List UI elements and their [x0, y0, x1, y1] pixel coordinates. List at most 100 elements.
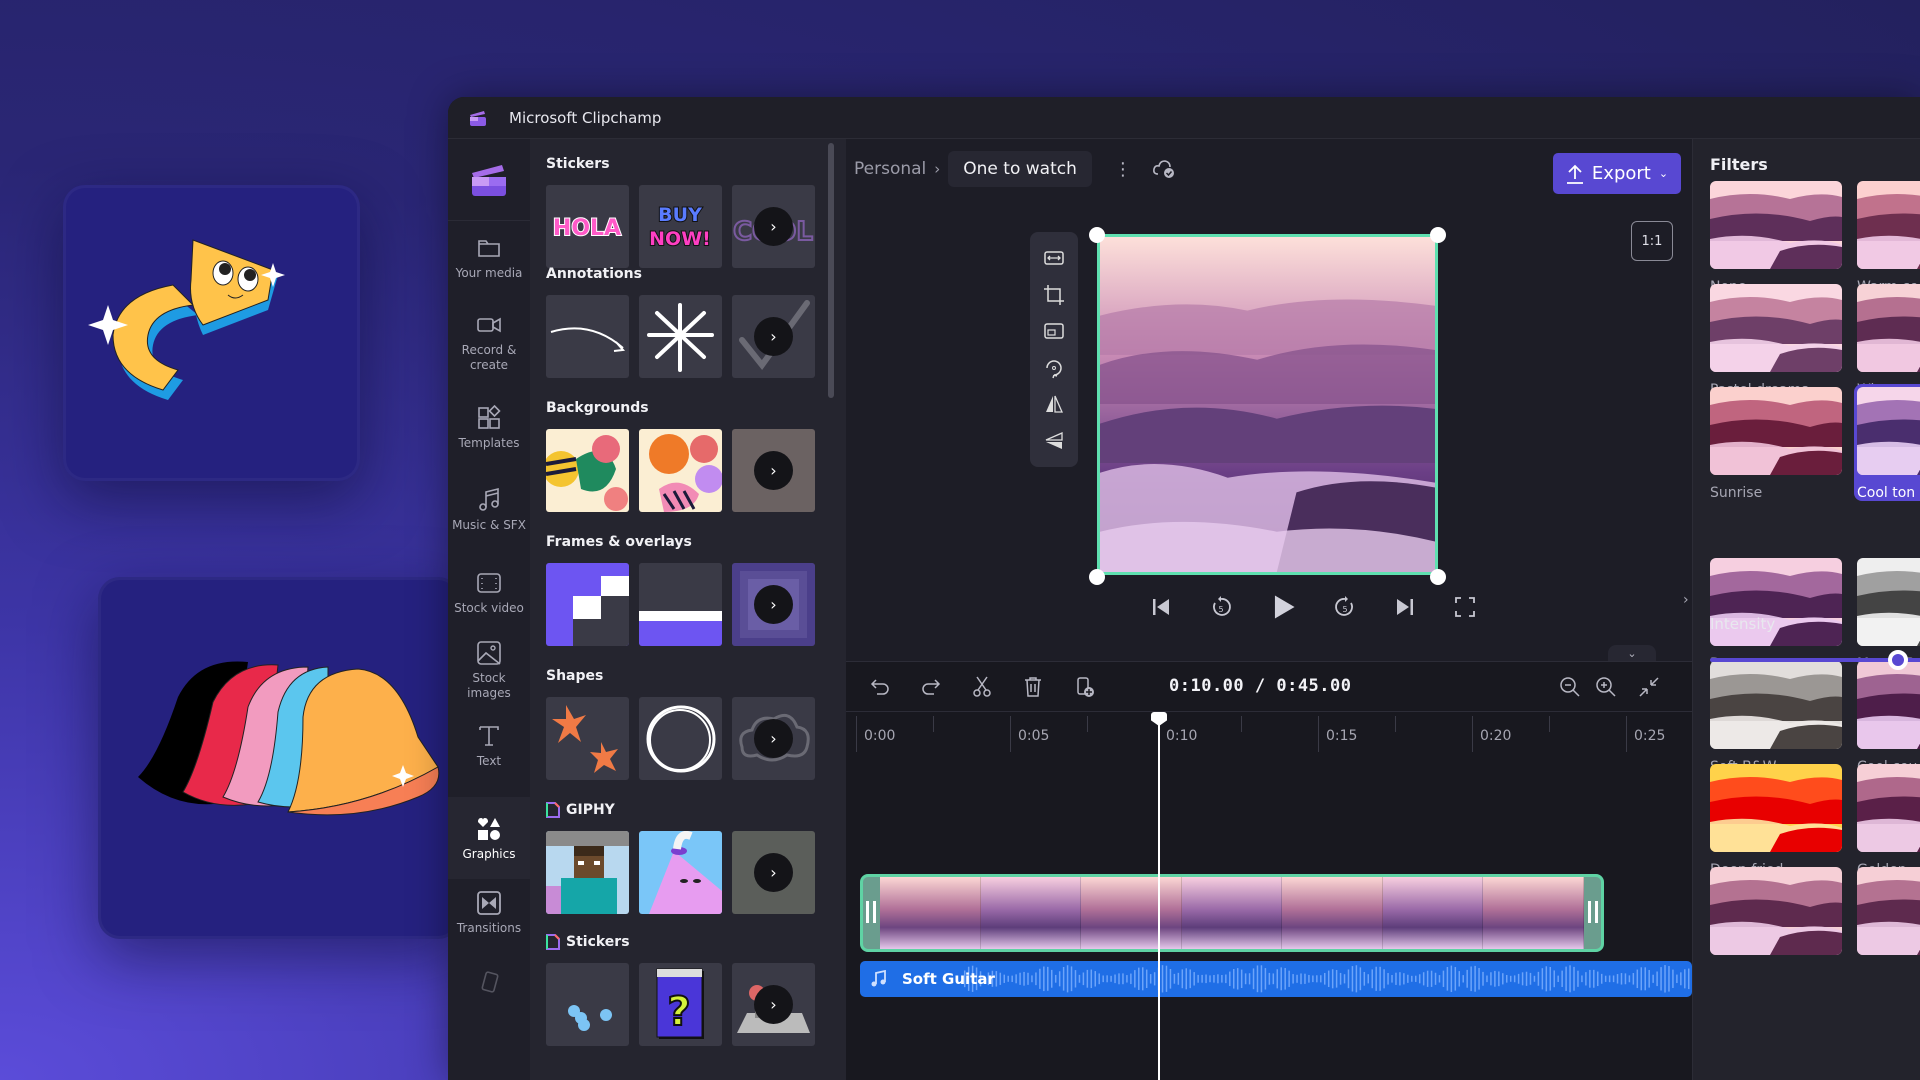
nav-transitions[interactable]: Transitions	[448, 889, 530, 936]
panel-scrollbar[interactable]	[828, 143, 834, 398]
see-more-shapes-button[interactable]: ›	[754, 719, 793, 758]
background-muted[interactable]: ›	[732, 429, 815, 512]
filter-option[interactable]: Golden	[1857, 764, 1920, 878]
resize-handle-top-right[interactable]	[1430, 227, 1446, 243]
annotation-checkmark[interactable]: ›	[732, 295, 815, 378]
forward-5-icon[interactable]: 5	[1332, 594, 1358, 620]
see-more-stickers-button[interactable]: ›	[754, 207, 793, 246]
sticker-hola[interactable]: HOLA	[546, 185, 629, 268]
annotation-asterisk[interactable]	[639, 295, 722, 378]
see-more-frames-button[interactable]: ›	[754, 585, 793, 624]
nav-record-create[interactable]: Record & create	[448, 311, 530, 373]
filter-option[interactable]: Pastel dreams	[1710, 284, 1857, 398]
filter-option[interactable]: Soft B&W	[1710, 661, 1857, 775]
nav-graphics[interactable]: Graphics	[448, 797, 530, 879]
sticker-arcade[interactable]: ›	[732, 963, 815, 1046]
resize-handle-top-left[interactable]	[1089, 227, 1105, 243]
intensity-slider-thumb[interactable]	[1888, 650, 1908, 670]
filter-option[interactable]: Cool cou	[1857, 661, 1920, 775]
see-more-giphy-button[interactable]: ›	[754, 853, 793, 892]
filter-option[interactable]: Sunrise	[1710, 387, 1857, 501]
zoom-out-icon[interactable]	[1558, 675, 1582, 699]
shape-circle[interactable]	[639, 697, 722, 780]
play-icon[interactable]	[1268, 592, 1298, 622]
background-pattern-2[interactable]	[639, 429, 722, 512]
timeline-ruler[interactable]: 0:00 0:05 0:10 0:15 0:20 0:25	[846, 712, 1692, 752]
sticker-cool[interactable]: COOL ›	[732, 185, 815, 268]
giphy-logo-icon	[546, 934, 560, 950]
filter-option[interactable]: Winter su	[1857, 284, 1920, 398]
flip-horizontal-icon[interactable]	[1043, 393, 1065, 415]
nav-text[interactable]: Text	[448, 722, 530, 769]
export-button[interactable]: Export ⌄	[1553, 153, 1681, 194]
giphy-clip[interactable]: ›	[732, 831, 815, 914]
filter-option[interactable]: Warm co	[1857, 181, 1920, 295]
filter-option[interactable]	[1857, 867, 1920, 965]
duplicate-add-icon[interactable]	[1073, 675, 1097, 699]
undo-icon[interactable]	[868, 675, 892, 699]
sticker-bubbles[interactable]	[546, 963, 629, 1046]
collapse-properties-button[interactable]: ›	[1683, 592, 1689, 608]
see-more-giphy-stickers-button[interactable]: ›	[754, 985, 793, 1024]
shape-orange-crosses[interactable]	[546, 697, 629, 780]
clip-trim-handle-left[interactable]	[866, 901, 876, 923]
skip-to-start-icon[interactable]	[1148, 594, 1174, 620]
waveform-bar	[1256, 965, 1259, 993]
nav-stock-video[interactable]: Stock video	[448, 569, 530, 616]
fullscreen-icon[interactable]	[1452, 594, 1478, 620]
filter-option[interactable]: None	[1710, 181, 1857, 295]
fit-timeline-icon[interactable]	[1637, 675, 1661, 699]
nav-templates[interactable]: Templates	[448, 404, 530, 451]
sticker-buy-now[interactable]: BUY NOW!	[639, 185, 722, 268]
section-title: Shapes	[546, 668, 604, 684]
waveform-bar	[1284, 968, 1286, 990]
filter-option[interactable]	[1710, 867, 1857, 965]
picture-in-picture-icon[interactable]	[1043, 320, 1065, 342]
project-name-field[interactable]: One to watch	[948, 151, 1092, 187]
brand-logo[interactable]	[448, 139, 530, 221]
see-more-annotations-button[interactable]: ›	[754, 317, 793, 356]
zoom-in-icon[interactable]	[1594, 675, 1618, 699]
background-pattern-1[interactable]	[546, 429, 629, 512]
collapse-timeline-button[interactable]: ⌄	[1608, 645, 1656, 661]
skip-to-end-icon[interactable]	[1392, 594, 1418, 620]
frame-lower-third[interactable]	[639, 563, 722, 646]
clip-trim-handle-right[interactable]	[1588, 901, 1598, 923]
fit-icon[interactable]	[1043, 247, 1065, 269]
playhead[interactable]	[1158, 716, 1160, 1080]
delete-trash-icon[interactable]	[1021, 675, 1045, 699]
flip-vertical-icon[interactable]	[1043, 430, 1065, 452]
split-scissors-icon[interactable]	[970, 675, 994, 699]
rewind-5-icon[interactable]: 5	[1208, 594, 1234, 620]
video-clip[interactable]	[860, 874, 1604, 952]
giphy-volcano[interactable]	[639, 831, 722, 914]
redo-icon[interactable]	[919, 675, 943, 699]
frame-corner[interactable]	[546, 563, 629, 646]
resize-handle-bottom-right[interactable]	[1430, 569, 1446, 585]
cloud-saved-icon[interactable]	[1152, 158, 1176, 180]
more-options-icon[interactable]: ⋮	[1114, 159, 1132, 180]
see-more-backgrounds-button[interactable]: ›	[754, 451, 793, 490]
volcano-character-graphic	[639, 831, 722, 914]
audio-track[interactable]: Soft Guitar	[860, 961, 1692, 997]
frame-square[interactable]: ›	[732, 563, 815, 646]
tick-major	[1626, 716, 1627, 752]
resize-handle-bottom-left[interactable]	[1089, 569, 1105, 585]
nav-stock-images[interactable]: Stock images	[448, 639, 530, 701]
video-preview[interactable]	[1097, 234, 1438, 575]
breadcrumb-personal[interactable]: Personal	[854, 159, 926, 179]
filter-option[interactable]: Deep fried	[1710, 764, 1857, 878]
rotate-icon[interactable]	[1043, 357, 1065, 379]
nav-your-media[interactable]: Your media	[448, 234, 530, 281]
aspect-ratio-button[interactable]: 1:1	[1631, 221, 1673, 261]
nav-brand-kit[interactable]	[448, 969, 530, 1001]
templates-icon	[478, 404, 501, 429]
sticker-question[interactable]: ?	[639, 963, 722, 1046]
nav-music-sfx[interactable]: Music & SFX	[448, 486, 530, 533]
waveform-bar	[1185, 968, 1188, 990]
annotation-arrow[interactable]	[546, 295, 629, 378]
shape-cloud[interactable]: ›	[732, 697, 815, 780]
crop-icon[interactable]	[1043, 284, 1065, 306]
giphy-minecraft[interactable]	[546, 831, 629, 914]
filter-option[interactable]: Cool ton	[1854, 384, 1920, 501]
